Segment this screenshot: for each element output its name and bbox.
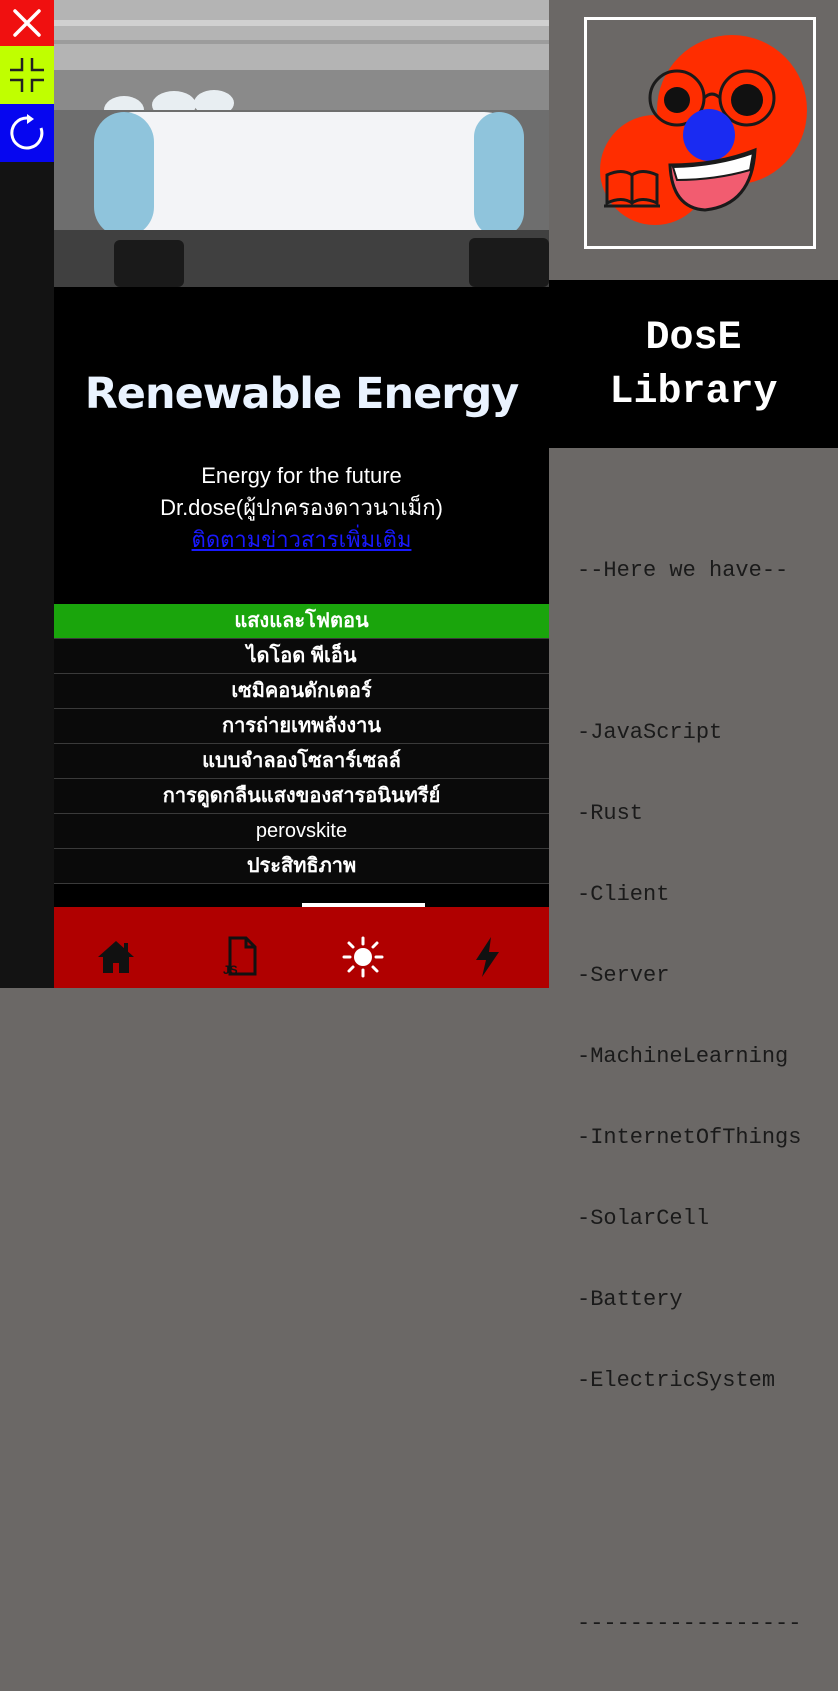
menu-item-inorganic-absorption[interactable]: การดูดกลืนแสงของสารอนินทรีย์ (54, 779, 549, 814)
subtitle-line-2: Dr.dose(ผู้ปกครองดาวนาเม็ก) (160, 495, 443, 520)
library-item: -Battery (577, 1287, 683, 1312)
sun-icon (342, 936, 384, 977)
library-spacer (577, 638, 801, 665)
library-item: -ElectricSystem (577, 1368, 776, 1393)
menu-item-efficiency[interactable]: ประสิทธิภาพ (54, 849, 549, 884)
js-file-icon: JS (223, 936, 257, 977)
clown-face-icon (587, 20, 813, 246)
machine-roller-image (54, 0, 549, 287)
shrink-icon (10, 58, 44, 92)
close-icon (13, 9, 41, 37)
library-heading: --Here we have-- (577, 558, 789, 583)
library-footer: ----------------- (577, 1611, 802, 1636)
menu-item-energy-transfer[interactable]: การถ่ายเทพลังงาน (54, 709, 549, 744)
close-button[interactable] (0, 0, 54, 46)
library-item: -MachineLearning (577, 1044, 789, 1069)
library-item: -Rust (577, 801, 644, 826)
page-title: Renewable Energy (84, 369, 520, 419)
topic-menu: แสงและโฟตอน ไดโอด พีเอ็น เซมิคอนดักเตอร์… (54, 604, 549, 884)
hero-text-block: Renewable Energy Energy for the future D… (54, 287, 549, 593)
js-label: JS (223, 963, 238, 977)
shrink-button[interactable] (0, 46, 54, 104)
subtitle-line-1: Energy for the future (201, 463, 402, 488)
main-column: Renewable Energy Energy for the future D… (54, 0, 549, 988)
menu-item-perovskite[interactable]: perovskite (54, 814, 549, 849)
brand-line-2: Library (609, 370, 778, 415)
library-list: --Here we have-- -JavaScript -Rust -Clie… (577, 503, 801, 1691)
lightning-icon (476, 936, 500, 977)
menu-item-semiconductor[interactable]: เซมิคอนดักเตอร์ (54, 674, 549, 709)
dose-logo (584, 17, 816, 249)
menu-item-pn-diode[interactable]: ไดโอด พีเอ็น (54, 639, 549, 674)
library-item: -Client (577, 882, 670, 907)
reload-button[interactable] (0, 104, 54, 162)
hero-image (54, 0, 549, 287)
home-icon (97, 940, 134, 973)
menu-item-light-photon[interactable]: แสงและโฟตอน (54, 604, 549, 639)
library-item: -Server (577, 963, 670, 988)
nav-home-button[interactable] (86, 918, 146, 978)
library-spacer (577, 1448, 801, 1475)
more-news-link[interactable]: ติดตามข่าวสารเพิ่มเติม (192, 527, 412, 552)
brand-title: DosE Library (549, 312, 838, 420)
hero-subtitle: Energy for the future Dr.dose(ผู้ปกครองด… (54, 460, 549, 556)
library-item: -SolarCell (577, 1206, 710, 1231)
library-item: -InternetOfThings (577, 1125, 802, 1150)
reload-icon (10, 114, 44, 150)
library-item: -JavaScript (577, 720, 723, 745)
menu-item-solar-cell-model[interactable]: แบบจำลองโซลาร์เซลล์ (54, 744, 549, 779)
nav-energy-button[interactable] (457, 918, 517, 978)
window-control-strip (0, 0, 54, 988)
brand-line-1: DosE (645, 316, 742, 361)
library-spacer (577, 1529, 801, 1556)
nav-theme-button[interactable] (333, 918, 393, 978)
sidebar-column: DosE Library --Here we have-- -JavaScrip… (549, 0, 838, 1636)
brand-block: DosE Library (549, 280, 838, 448)
bottom-nav: JS (54, 907, 549, 988)
nav-javascript-button[interactable]: JS (210, 918, 270, 978)
